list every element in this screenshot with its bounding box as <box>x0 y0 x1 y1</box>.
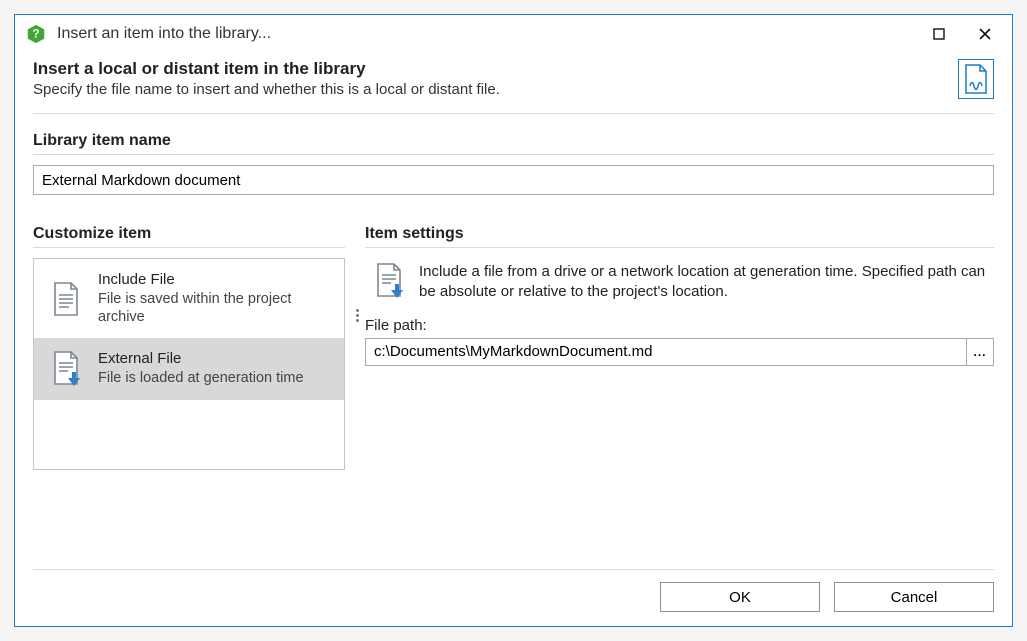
column-splitter[interactable] <box>351 307 363 323</box>
customize-label: Customize item <box>33 225 345 243</box>
close-button[interactable] <box>962 19 1008 49</box>
settings-description-icon <box>373 262 405 303</box>
cancel-button[interactable]: Cancel <box>834 582 994 612</box>
dialog-content: Insert a local or distant item in the li… <box>15 53 1012 626</box>
svg-text:?: ? <box>32 27 39 41</box>
settings-description-text: Include a file from a drive or a network… <box>419 262 994 303</box>
option-external-file[interactable]: External File File is loaded at generati… <box>34 338 344 400</box>
header-title: Insert a local or distant item in the li… <box>33 59 958 79</box>
include-file-icon <box>48 271 84 326</box>
file-path-input[interactable] <box>365 338 966 366</box>
file-path-label: File path: <box>365 317 994 334</box>
external-file-icon <box>48 350 84 388</box>
name-section: Library item name <box>33 132 994 195</box>
app-help-icon: ? <box>25 23 47 45</box>
name-separator <box>33 154 994 155</box>
dialog-buttons: OK Cancel <box>33 569 994 612</box>
header-subtitle: Specify the file name to insert and whet… <box>33 81 958 98</box>
customize-column: Customize item Include File <box>33 225 345 569</box>
settings-label: Item settings <box>365 225 994 243</box>
option-description: File is loaded at generation time <box>98 369 330 387</box>
dialog-window: ? Insert an item into the library... Ins… <box>14 14 1013 627</box>
option-include-file[interactable]: Include File File is saved within the pr… <box>34 259 344 338</box>
customize-separator <box>33 247 345 248</box>
browse-button[interactable]: ... <box>966 338 994 366</box>
name-label: Library item name <box>33 132 994 150</box>
option-description: File is saved within the project archive <box>98 290 330 326</box>
file-path-row: ... <box>365 338 994 366</box>
two-column-area: Customize item Include File <box>33 225 994 569</box>
settings-column: Item settings Include a file from a driv… <box>365 225 994 569</box>
library-item-name-input[interactable] <box>33 165 994 195</box>
settings-separator <box>365 247 994 248</box>
maximize-button[interactable] <box>916 19 962 49</box>
settings-description-row: Include a file from a drive or a network… <box>365 258 994 313</box>
window-title: Insert an item into the library... <box>57 25 916 43</box>
option-title: External File <box>98 350 330 367</box>
option-title: Include File <box>98 271 330 288</box>
customize-option-list: Include File File is saved within the pr… <box>33 258 345 470</box>
header-block: Insert a local or distant item in the li… <box>33 53 994 113</box>
header-separator <box>33 113 994 114</box>
titlebar: ? Insert an item into the library... <box>15 15 1012 53</box>
page-type-icon <box>958 59 994 99</box>
ok-button[interactable]: OK <box>660 582 820 612</box>
